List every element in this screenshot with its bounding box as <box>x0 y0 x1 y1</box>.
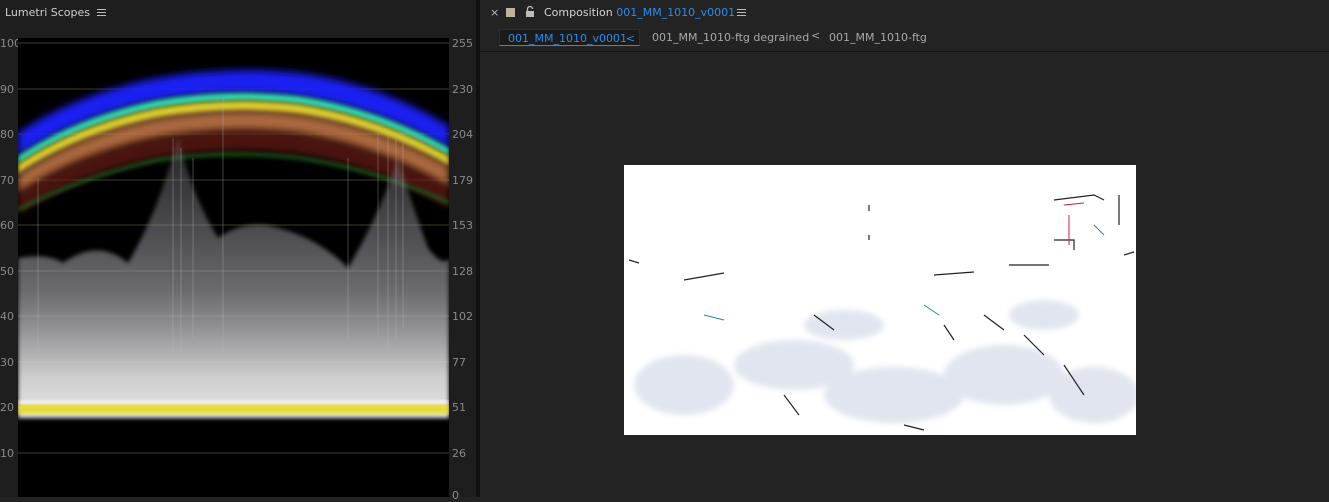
tab-001-mm-1010-ftg-degrained[interactable]: 001_MM_1010-ftg degrained <box>652 29 809 46</box>
close-panel-icon[interactable]: × <box>490 6 499 19</box>
scope-tick-left: 30 <box>0 356 14 369</box>
scope-tick-left: 20 <box>0 401 14 414</box>
scope-tick-right: 77 <box>452 356 466 369</box>
composition-panel: × Composition 001_MM_1010_v0001 001_MM_1… <box>480 0 1329 497</box>
scope-tick-right: 230 <box>452 83 473 96</box>
comp-color-label-icon[interactable] <box>506 8 515 17</box>
scope-tick-left: 10 <box>0 447 14 460</box>
tab-label: 001_MM_1010_v0001 <box>508 32 627 45</box>
scope-tick-left: 90 <box>0 83 14 96</box>
scopes-panel-header: Lumetri Scopes <box>0 0 476 25</box>
composition-label: Composition <box>544 6 613 19</box>
composition-tabs: 001_MM_1010_v0001 < 001_MM_1010-ftg degr… <box>480 26 1329 52</box>
scope-tick-left: 70 <box>0 174 14 187</box>
composition-name: 001_MM_1010_v0001 <box>616 6 736 19</box>
viewer-image <box>624 165 1136 435</box>
scope-tick-right: 153 <box>452 219 473 232</box>
scope-tick-left: 60 <box>0 219 14 232</box>
waveform-image <box>18 42 449 454</box>
tab-001-mm-1010-ftg[interactable]: 001_MM_1010-ftg <box>829 29 927 46</box>
lock-icon[interactable] <box>525 6 535 17</box>
chevron-left-icon: < <box>811 29 821 42</box>
composition-viewer-frame[interactable] <box>624 165 1136 435</box>
lumetri-scopes-panel: Lumetri Scopes 100 90 80 70 60 50 40 30 … <box>0 0 476 502</box>
scope-tick-left: 50 <box>0 265 14 278</box>
tab-001-mm-1010-v0001[interactable]: 001_MM_1010_v0001 < <box>499 29 640 46</box>
scope-tick-right: 204 <box>452 128 473 141</box>
panel-menu-icon[interactable] <box>97 8 107 17</box>
waveform-scope <box>18 38 449 497</box>
scope-tick-left: 100 <box>0 37 21 50</box>
scope-tick-right: 51 <box>452 401 466 414</box>
scope-tick-right: 0 <box>452 489 459 502</box>
scope-tick-left: 40 <box>0 310 14 323</box>
composition-menu-icon[interactable] <box>737 9 746 17</box>
scope-tick-right: 26 <box>452 447 466 460</box>
scopes-panel-title: Lumetri Scopes <box>5 6 91 19</box>
scope-tick-right: 128 <box>452 265 473 278</box>
scope-tick-right: 179 <box>452 174 473 187</box>
composition-title: Composition 001_MM_1010_v0001 <box>544 6 735 19</box>
scope-tick-left: 80 <box>0 128 14 141</box>
scope-tick-right: 255 <box>452 37 473 50</box>
scope-tick-right: 102 <box>452 310 473 323</box>
chevron-left-icon: < <box>625 32 635 45</box>
